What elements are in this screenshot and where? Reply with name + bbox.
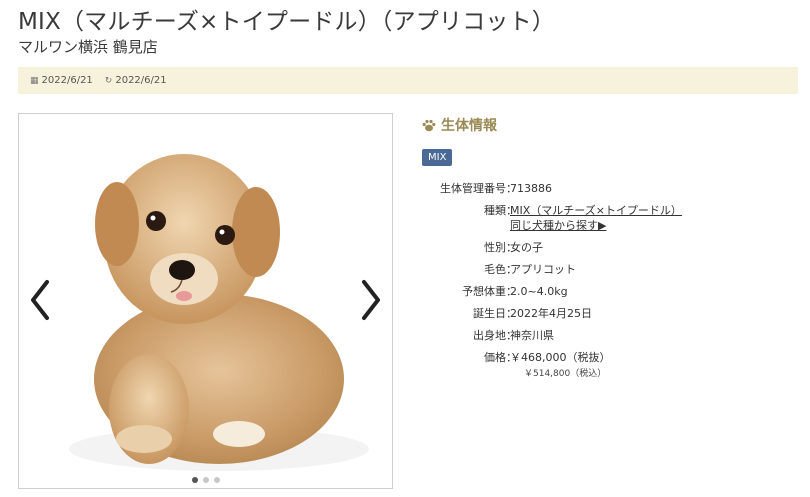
slide-dot-1[interactable] — [191, 477, 198, 483]
updated-date-text: 2022/6/21 — [115, 75, 167, 86]
puppy-photo — [69, 154, 369, 471]
slide-dot-2[interactable] — [202, 477, 209, 483]
chevron-right-icon[interactable] — [356, 278, 386, 322]
row-label: 種類 — [484, 204, 506, 217]
paw-icon — [422, 119, 436, 131]
row-label: 生体管理番号 — [440, 182, 506, 195]
row-label: 価格 — [484, 351, 506, 364]
breed-link[interactable]: MIX（マルチーズ×トイプードル） — [510, 204, 682, 217]
row-value: 2022年4月25日 — [510, 307, 592, 320]
published-date: ▦ 2022/6/21 — [30, 75, 93, 86]
published-date-text: 2022/6/21 — [41, 75, 93, 86]
price-excl-tax: ￥468,000（税抜） — [510, 351, 611, 364]
row-color: 毛色： アプリコット — [422, 262, 682, 284]
calendar-icon: ▦ — [30, 75, 39, 86]
same-breed-search-link[interactable]: 同じ犬種から探す▶ — [510, 219, 606, 232]
refresh-icon: ↻ — [104, 75, 113, 86]
row-breed: 種類： MIX（マルチーズ×トイプードル） 同じ犬種から探す▶ — [422, 203, 682, 240]
row-label: 性別 — [484, 241, 506, 254]
row-value: 女の子 — [510, 241, 543, 254]
row-value: 神奈川県 — [510, 329, 554, 342]
row-label: 毛色 — [484, 263, 506, 276]
price-incl-tax: ￥514,800（税込） — [524, 369, 607, 379]
chevron-left-icon[interactable] — [25, 278, 55, 322]
updated-date: ↻ 2022/6/21 — [105, 75, 167, 86]
row-value: 713886 — [510, 182, 552, 195]
page-title: MIX（マルチーズ×トイプードル）（アプリコット） — [18, 9, 556, 35]
date-bar: ▦ 2022/6/21 ↻ 2022/6/21 — [18, 67, 798, 94]
row-value: アプリコット — [510, 263, 576, 276]
row-sex: 性別： 女の子 — [422, 240, 682, 262]
slide-dots — [19, 477, 392, 483]
row-label: 出身地 — [473, 329, 506, 342]
row-value: 2.0~4.0kg — [510, 285, 568, 298]
row-birthday: 誕生日： 2022年4月25日 — [422, 306, 682, 328]
info-table: 生体管理番号： 713886 種類： MIX（マルチーズ×トイプードル） 同じ犬… — [422, 181, 682, 382]
breed-badge: MIX — [422, 149, 453, 166]
row-label: 誕生日 — [473, 307, 506, 320]
photo-gallery[interactable] — [18, 113, 393, 489]
info-heading-text: 生体情報 — [441, 118, 497, 134]
row-price: 価格： ￥468,000（税抜） ￥514,800（税込） — [422, 350, 682, 382]
slide-dot-3[interactable] — [213, 477, 220, 483]
row-id: 生体管理番号： 713886 — [422, 181, 682, 203]
info-heading: 生体情報 — [422, 115, 497, 135]
row-origin: 出身地： 神奈川県 — [422, 328, 682, 350]
shop-name: マルワン横浜 鶴見店 — [18, 38, 158, 56]
row-label: 予想体重 — [462, 285, 506, 298]
row-weight: 予想体重： 2.0~4.0kg — [422, 284, 682, 306]
